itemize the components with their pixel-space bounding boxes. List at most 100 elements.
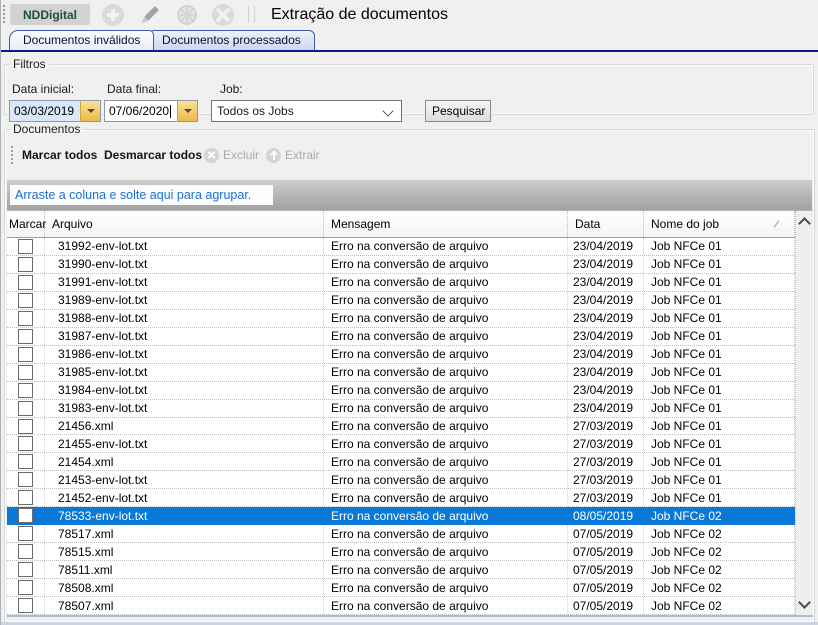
cell-arquivo: 21452-env-lot.txt: [45, 489, 324, 506]
cell-data: 07/05/2019: [568, 543, 644, 560]
column-header-nome-do-job[interactable]: Nome do job: [644, 211, 795, 237]
row-checkbox[interactable]: [18, 347, 33, 362]
search-button[interactable]: Pesquisar: [425, 100, 491, 122]
mark-all-button[interactable]: Marcar todos: [22, 143, 97, 167]
table-row[interactable]: 21454.xmlErro na conversão de arquivo27/…: [7, 453, 795, 471]
row-checkbox[interactable]: [18, 293, 33, 308]
table-row[interactable]: 31985-env-lot.txtErro na conversão de ar…: [7, 364, 795, 382]
table-row[interactable]: 21455-env-lot.txtErro na conversão de ar…: [7, 435, 795, 453]
cell-nome-do-job: Job NFCe 01: [644, 489, 795, 506]
table-row[interactable]: 31983-env-lot.txtErro na conversão de ar…: [7, 400, 795, 418]
table-row[interactable]: 31984-env-lot.txtErro na conversão de ar…: [7, 382, 795, 400]
row-checkbox[interactable]: [18, 257, 33, 272]
table-row[interactable]: 78515.xmlErro na conversão de arquivo07/…: [7, 543, 795, 561]
toolbar-grip[interactable]: [3, 5, 6, 24]
job-selected-value: Todos os Jobs: [217, 104, 294, 118]
cell-mensagem: Erro na conversão de arquivo: [324, 256, 568, 273]
cell-marcar: [7, 346, 45, 363]
table-row[interactable]: 31987-env-lot.txtErro na conversão de ar…: [7, 328, 795, 346]
scroll-up-icon[interactable]: [798, 217, 811, 230]
row-checkbox[interactable]: [18, 436, 33, 451]
row-checkbox[interactable]: [18, 490, 33, 505]
row-checkbox[interactable]: [18, 239, 33, 254]
cancel-icon[interactable]: [210, 2, 236, 28]
row-checkbox[interactable]: [18, 311, 33, 326]
filters-group-label: Filtros: [10, 57, 49, 71]
row-checkbox[interactable]: [18, 526, 33, 541]
cell-marcar: [7, 382, 45, 399]
date-dropdown-icon[interactable]: [177, 101, 197, 121]
cell-data: 23/04/2019: [568, 292, 644, 309]
cell-data: 23/04/2019: [568, 346, 644, 363]
cell-data: 23/04/2019: [568, 274, 644, 291]
delete-button[interactable]: Excluir: [204, 143, 259, 167]
row-checkbox[interactable]: [18, 544, 33, 559]
cell-mensagem: Erro na conversão de arquivo: [324, 328, 568, 345]
table-row[interactable]: 78507.xmlErro na conversão de arquivo07/…: [7, 597, 795, 615]
row-checkbox[interactable]: [18, 598, 33, 613]
table-row[interactable]: 78511.xmlErro na conversão de arquivo07/…: [7, 561, 795, 579]
table-row[interactable]: 31992-env-lot.txtErro na conversão de ar…: [7, 238, 795, 256]
cell-mensagem: Erro na conversão de arquivo: [324, 543, 568, 560]
delete-circle-icon: [204, 148, 219, 163]
tab-documentos-processados[interactable]: Documentos processados: [148, 30, 315, 50]
row-checkbox[interactable]: [18, 562, 33, 577]
row-checkbox[interactable]: [18, 383, 33, 398]
add-icon[interactable]: [100, 2, 126, 28]
app-window: NDDigital: [0, 0, 818, 625]
row-checkbox[interactable]: [18, 419, 33, 434]
table-row[interactable]: 31989-env-lot.txtErro na conversão de ar…: [7, 292, 795, 310]
unmark-all-button[interactable]: Desmarcar todos: [104, 143, 202, 167]
row-checkbox[interactable]: [18, 580, 33, 595]
cell-arquivo: 78511.xml: [45, 561, 324, 578]
row-checkbox[interactable]: [18, 275, 33, 290]
row-checkbox[interactable]: [18, 365, 33, 380]
row-checkbox[interactable]: [18, 329, 33, 344]
row-checkbox[interactable]: [18, 401, 33, 416]
cell-nome-do-job: Job NFCe 01: [644, 453, 795, 470]
cell-nome-do-job: Job NFCe 01: [644, 238, 795, 255]
table-row[interactable]: 78508.xmlErro na conversão de arquivo07/…: [7, 579, 795, 597]
row-checkbox[interactable]: [18, 472, 33, 487]
extract-button[interactable]: Extrair: [266, 143, 320, 167]
toolbar-grip[interactable]: [11, 146, 14, 164]
cell-data: 27/03/2019: [568, 418, 644, 435]
edit-pencil-icon[interactable]: [137, 2, 163, 28]
table-row[interactable]: 21453-env-lot.txtErro na conversão de ar…: [7, 471, 795, 489]
scroll-down-icon[interactable]: [798, 596, 811, 609]
table-row[interactable]: 78517.xmlErro na conversão de arquivo07/…: [7, 525, 795, 543]
column-header-data[interactable]: Data: [568, 211, 644, 237]
group-by-bar[interactable]: Arraste a coluna e solte aqui para agrup…: [7, 180, 812, 210]
table-row[interactable]: 21452-env-lot.txtErro na conversão de ar…: [7, 489, 795, 507]
job-select[interactable]: Todos os Jobs: [211, 100, 402, 122]
row-checkbox[interactable]: [18, 454, 33, 469]
cell-marcar: [7, 507, 45, 524]
table-row[interactable]: 31986-env-lot.txtErro na conversão de ar…: [7, 346, 795, 364]
cell-nome-do-job: Job NFCe 01: [644, 328, 795, 345]
combo-chevron-icon: [382, 105, 393, 116]
table-row[interactable]: 78533-env-lot.txtErro na conversão de ar…: [7, 507, 795, 525]
date-start-value[interactable]: 03/03/2019: [10, 101, 80, 121]
cell-arquivo: 31987-env-lot.txt: [45, 328, 324, 345]
column-header-arquivo[interactable]: Arquivo: [45, 211, 324, 237]
date-dropdown-icon[interactable]: [80, 101, 100, 121]
date-end-picker[interactable]: 07/06/2020: [104, 100, 198, 122]
cell-mensagem: Erro na conversão de arquivo: [324, 238, 568, 255]
table-row[interactable]: 31991-env-lot.txtErro na conversão de ar…: [7, 274, 795, 292]
row-checkbox[interactable]: [18, 508, 33, 523]
tab-documentos-invalidos[interactable]: Documentos inválidos: [9, 30, 154, 50]
table-row[interactable]: 31988-env-lot.txtErro na conversão de ar…: [7, 310, 795, 328]
cell-nome-do-job: Job NFCe 01: [644, 400, 795, 417]
cell-mensagem: Erro na conversão de arquivo: [324, 471, 568, 488]
cell-mensagem: Erro na conversão de arquivo: [324, 310, 568, 327]
vertical-scrollbar[interactable]: [796, 211, 813, 615]
column-header-mensagem[interactable]: Mensagem: [324, 211, 568, 237]
cell-data: 23/04/2019: [568, 382, 644, 399]
cell-data: 23/04/2019: [568, 238, 644, 255]
table-row[interactable]: 21456.xmlErro na conversão de arquivo27/…: [7, 418, 795, 436]
table-row[interactable]: 31990-env-lot.txtErro na conversão de ar…: [7, 256, 795, 274]
column-header-marcar[interactable]: Marcar: [7, 211, 45, 237]
cell-nome-do-job: Job NFCe 02: [644, 579, 795, 596]
date-start-picker[interactable]: 03/03/2019: [9, 100, 101, 122]
process-gear-icon[interactable]: [174, 2, 200, 28]
